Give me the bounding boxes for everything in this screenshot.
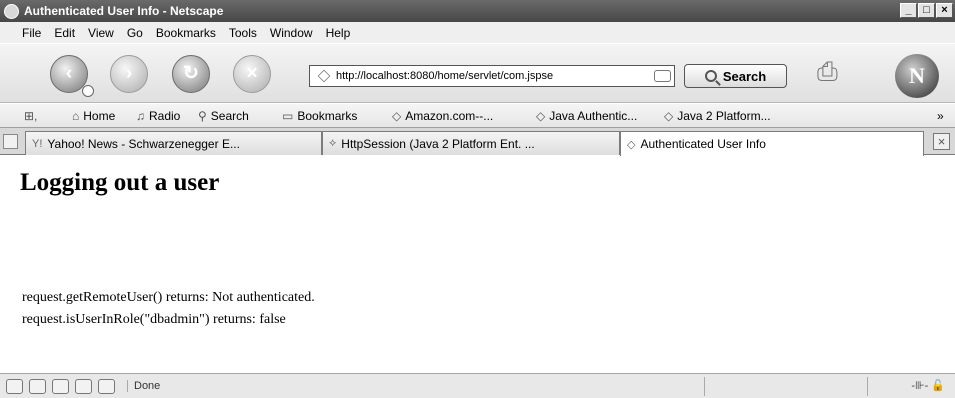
bookmark-item-java-authentication[interactable]: ◇ Java Authentic... (536, 109, 637, 123)
status-text: Done (127, 380, 160, 392)
netscape-throbber-icon[interactable]: N (895, 54, 939, 98)
maximize-button[interactable]: □ (918, 3, 935, 18)
java-favicon-icon: ⟡ (329, 137, 337, 149)
navigator-icon[interactable] (6, 378, 23, 394)
window-title: Authenticated User Info - Netscape (24, 4, 224, 18)
status-bar: Done -⊪- 🔓 (0, 373, 955, 398)
bookmarks-label: Bookmarks (297, 109, 358, 123)
home-icon: ⌂ (72, 109, 80, 123)
security-lock-icon[interactable]: -⊪- 🔓 (911, 379, 945, 392)
radio-button[interactable]: ♫ Radio (136, 109, 180, 123)
stop-button[interactable]: × (233, 55, 271, 93)
more-bookmarks-chevron[interactable]: » (937, 109, 944, 123)
url-input[interactable] (336, 70, 651, 82)
menu-help[interactable]: Help (326, 26, 351, 40)
status-divider (867, 377, 868, 396)
search-button[interactable]: Search (684, 64, 787, 88)
yahoo-favicon-icon: Y! (32, 137, 43, 150)
reload-button[interactable]: ↻ (172, 55, 210, 93)
page-content: Logging out a user request.getRemoteUser… (0, 155, 955, 373)
tab-label: Yahoo! News - Schwarzenegger E... (47, 136, 240, 151)
composer-icon[interactable] (75, 378, 92, 394)
new-tab-icon[interactable] (3, 134, 18, 149)
menu-view[interactable]: View (88, 26, 114, 40)
tab-httpsession[interactable]: ⟡ HttpSession (Java 2 Platform Ent. ... (322, 131, 620, 155)
menu-bookmarks[interactable]: Bookmarks (156, 26, 216, 40)
close-button[interactable]: × (936, 3, 953, 18)
bookmark-icon: ◇ (536, 109, 546, 123)
navigation-toolbar: ‹ › ↻ × Search ⎙ N (0, 43, 955, 103)
menu-window[interactable]: Window (270, 26, 313, 40)
address-book-icon[interactable] (52, 378, 69, 394)
home-label: Home (83, 109, 116, 123)
radio-label: Radio (149, 109, 181, 123)
personal-toolbar: ⊞, ⌂ Home ♫ Radio ⚲ Search ▭ Bookmarks ◇… (0, 104, 955, 128)
browser-window: Authenticated User Info - Netscape _ □ ×… (0, 0, 955, 398)
bookmark-label: Amazon.com--... (405, 109, 494, 123)
menu-bar: File Edit View Go Bookmarks Tools Window… (0, 22, 955, 43)
toolbar-search-button[interactable]: ⚲ Search (198, 109, 249, 123)
forward-button[interactable]: › (110, 55, 148, 93)
print-icon[interactable]: ⎙ (817, 56, 857, 86)
url-bar (309, 65, 675, 87)
url-history-dropdown[interactable] (654, 70, 671, 82)
menu-go[interactable]: Go (127, 26, 143, 40)
tab-bar: Y! Yahoo! News - Schwarzenegger E... ⟡ H… (0, 128, 955, 156)
menu-tools[interactable]: Tools (229, 26, 257, 40)
page-proxy-icon (317, 69, 331, 83)
close-tab-button[interactable]: × (933, 133, 950, 150)
tab-authenticated-user-info[interactable]: ◇ Authenticated User Info (620, 131, 924, 156)
status-divider (704, 377, 705, 396)
remote-user-line: request.getRemoteUser() returns: Not aut… (22, 290, 315, 305)
page-favicon-icon: ◇ (627, 138, 636, 151)
bookmark-icon: ◇ (664, 109, 674, 123)
tab-label: HttpSession (Java 2 Platform Ent. ... (341, 136, 535, 151)
minimize-button[interactable]: _ (900, 3, 917, 18)
bookmark-item-java2-platform[interactable]: ◇ Java 2 Platform... (664, 109, 771, 123)
tab-label: Authenticated User Info (640, 137, 766, 151)
search-icon (704, 70, 717, 82)
bookmark-label: Java 2 Platform... (677, 109, 771, 123)
menu-edit[interactable]: Edit (54, 26, 75, 40)
menu-file[interactable]: File (22, 26, 41, 40)
home-button[interactable]: ⌂ Home (72, 109, 115, 123)
radio-icon: ♫ (136, 109, 145, 123)
search-button-label: Search (722, 68, 767, 84)
user-in-role-line: request.isUserInRole("dbadmin") returns:… (22, 312, 286, 327)
bookmark-icon: ◇ (392, 109, 402, 123)
window-controls: _ □ × (900, 3, 953, 18)
search-icon: ⚲ (198, 109, 207, 123)
title-bar: Authenticated User Info - Netscape _ □ × (0, 0, 955, 22)
bookmarks-button[interactable]: ▭ Bookmarks (282, 109, 357, 123)
back-history-dropdown[interactable] (82, 85, 94, 97)
page-heading: Logging out a user (20, 169, 220, 196)
netscape-app-icon[interactable] (4, 3, 19, 19)
bookmark-label: Java Authentic... (549, 109, 638, 123)
bookmark-item-amazon[interactable]: ◇ Amazon.com--... (392, 109, 493, 123)
toolbar-search-label: Search (210, 109, 249, 123)
tab-yahoo-news[interactable]: Y! Yahoo! News - Schwarzenegger E... (25, 131, 322, 155)
irc-chat-icon[interactable] (98, 378, 115, 394)
tabs-menu-icon[interactable]: ⊞, (24, 109, 37, 123)
mail-icon[interactable] (29, 378, 46, 394)
bookmarks-folder-icon: ▭ (282, 109, 294, 123)
